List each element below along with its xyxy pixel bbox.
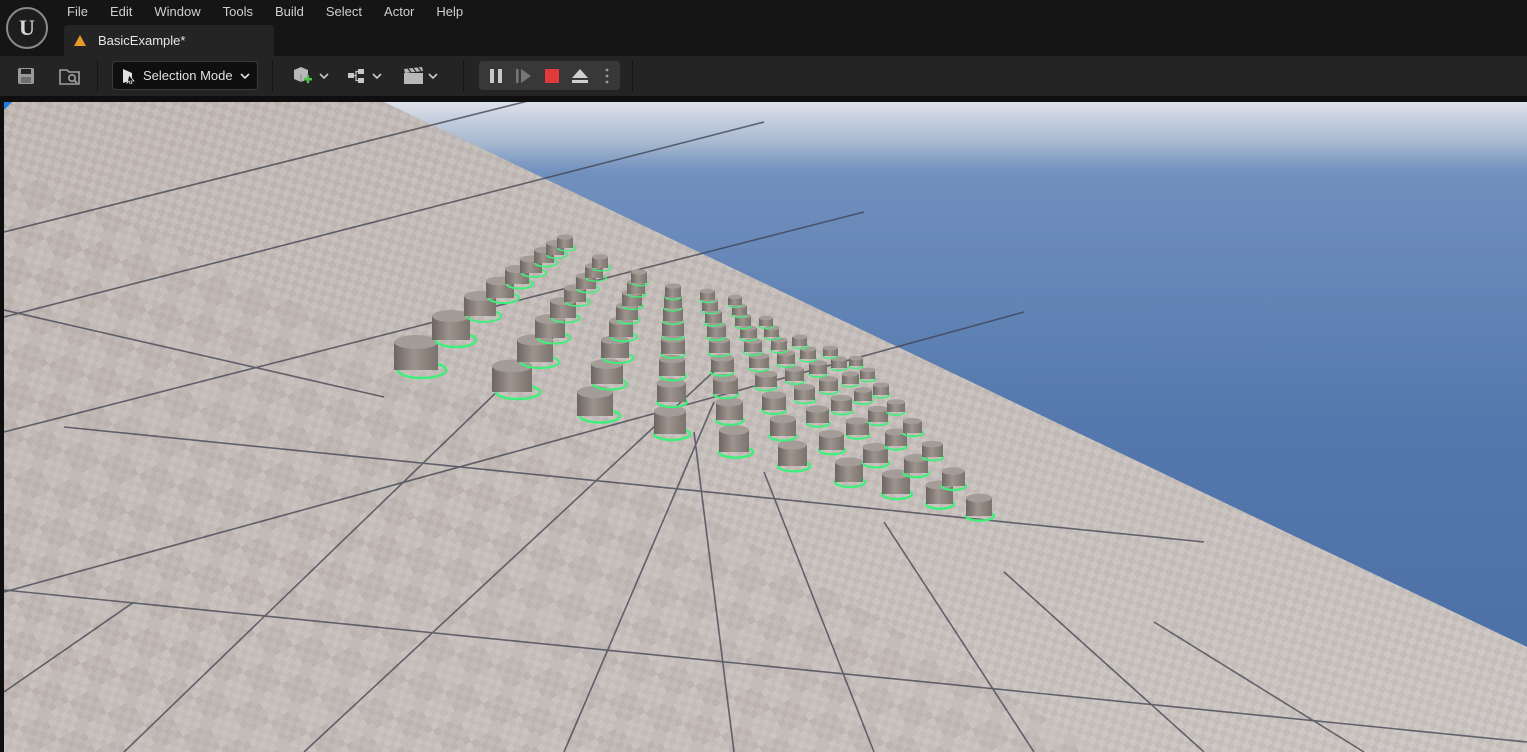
main-toolbar: Selection Mode xyxy=(0,56,1527,96)
more-options-button[interactable] xyxy=(597,62,617,90)
title-bar: U File Edit Window Tools Build Select Ac… xyxy=(0,0,1527,56)
eject-button[interactable] xyxy=(567,62,593,90)
stop-button[interactable] xyxy=(539,62,565,90)
cinematics-icon xyxy=(404,67,438,84)
menu-edit[interactable]: Edit xyxy=(99,0,143,24)
skip-frame-button[interactable] xyxy=(511,62,537,90)
blueprint-button[interactable] xyxy=(346,62,386,90)
selection-mode-icon xyxy=(123,68,135,84)
add-actor-button[interactable] xyxy=(290,62,332,90)
content-browser-button[interactable] xyxy=(56,62,84,90)
toolbar-separator xyxy=(97,60,98,92)
toolbar-separator xyxy=(632,60,633,92)
menu-help[interactable]: Help xyxy=(425,0,474,24)
level-icon xyxy=(74,35,86,46)
viewport-corner-marker xyxy=(4,102,12,110)
document-tab[interactable]: BasicExample* xyxy=(64,25,274,56)
add-actor-icon xyxy=(294,67,329,84)
pause-button[interactable] xyxy=(483,62,509,90)
eject-icon xyxy=(572,69,588,83)
menu-select[interactable]: Select xyxy=(315,0,373,24)
selection-mode-dropdown[interactable]: Selection Mode xyxy=(112,61,258,90)
pause-icon xyxy=(490,69,502,83)
menu-build[interactable]: Build xyxy=(264,0,315,24)
content-browser-icon xyxy=(59,69,80,85)
viewport-scene[interactable] xyxy=(4,102,1527,752)
menu-tools[interactable]: Tools xyxy=(212,0,264,24)
more-options-icon xyxy=(605,68,609,84)
cinematics-button[interactable] xyxy=(402,62,442,90)
level-viewport[interactable] xyxy=(4,102,1527,752)
menu-actor[interactable]: Actor xyxy=(373,0,425,24)
chevron-down-icon xyxy=(240,72,250,79)
toolbar-separator xyxy=(272,60,273,92)
document-tab-label: BasicExample* xyxy=(98,33,186,48)
skip-frame-icon xyxy=(516,69,531,83)
menu-window[interactable]: Window xyxy=(143,0,211,24)
selection-mode-label: Selection Mode xyxy=(143,68,233,83)
unreal-logo-icon[interactable]: U xyxy=(6,7,48,49)
toolbar-separator xyxy=(463,60,464,92)
menu-file[interactable]: File xyxy=(56,0,99,24)
blueprint-icon xyxy=(348,69,382,83)
save-button[interactable] xyxy=(12,62,40,90)
menu-bar: File Edit Window Tools Build Select Acto… xyxy=(56,0,474,24)
logo-letter: U xyxy=(19,15,35,40)
stop-icon xyxy=(545,69,559,83)
play-controls xyxy=(479,61,620,90)
save-icon xyxy=(18,68,34,84)
